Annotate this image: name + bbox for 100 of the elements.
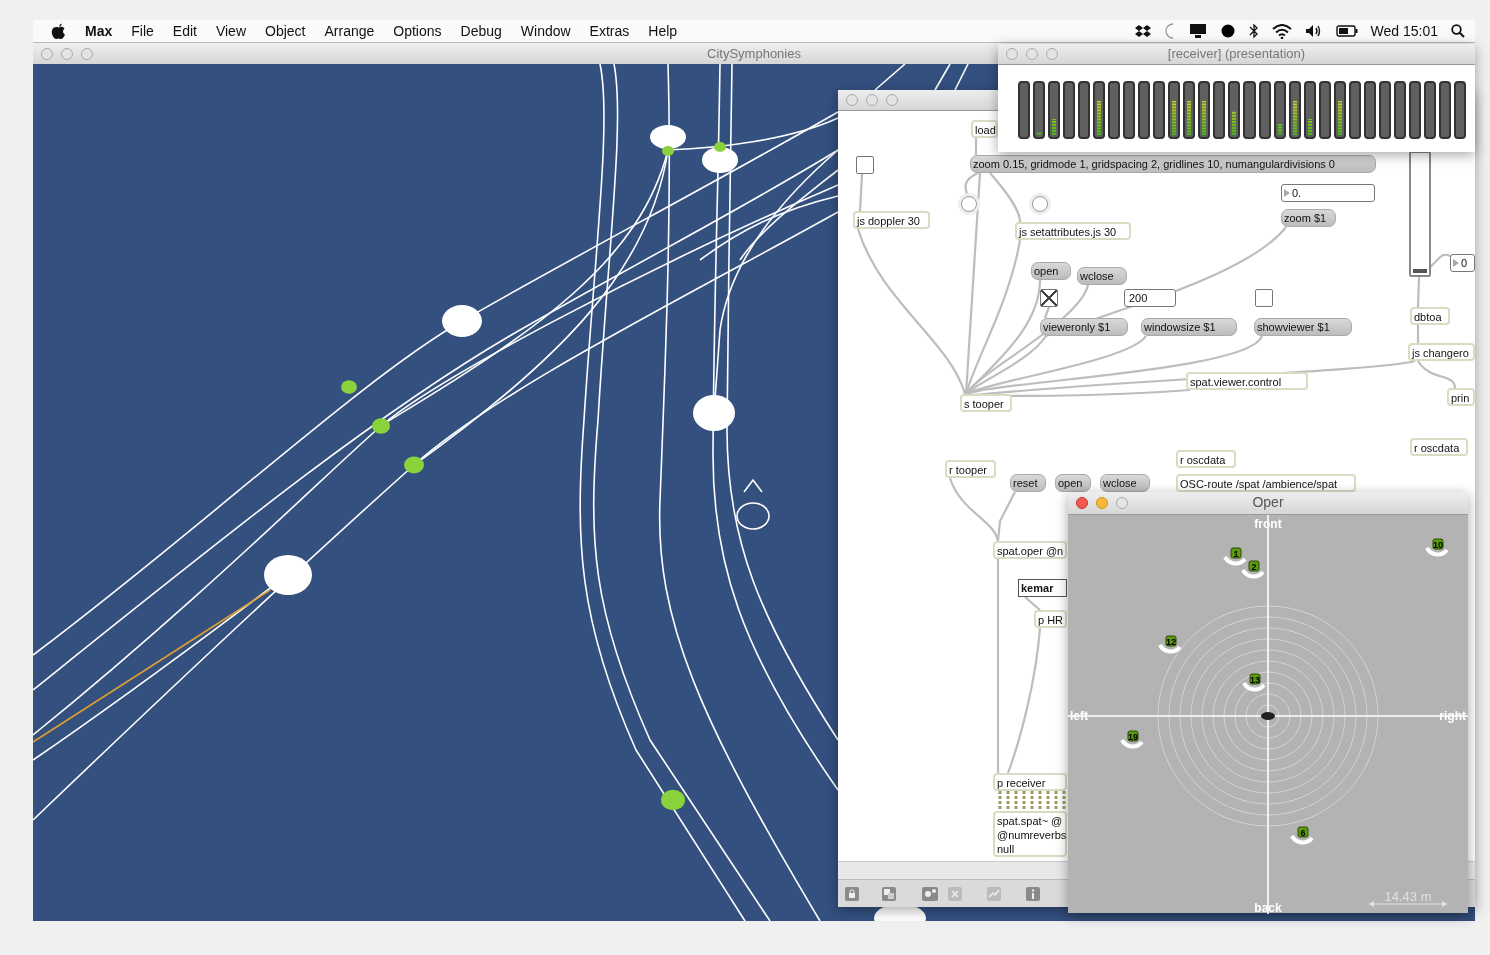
axis-label: right xyxy=(1439,709,1466,723)
object-box[interactable]: js changero xyxy=(1408,343,1475,361)
object-box[interactable]: r tooper xyxy=(945,460,996,478)
patch-cord xyxy=(1022,791,1026,811)
level-meter xyxy=(1378,81,1391,139)
number-box[interactable]: 200 xyxy=(1124,289,1176,307)
object-box[interactable]: load xyxy=(971,120,998,138)
message-box[interactable]: wclose xyxy=(1077,267,1127,285)
wifi-icon[interactable] xyxy=(1271,23,1292,39)
level-meter xyxy=(1018,81,1031,139)
listener-icon xyxy=(736,478,770,530)
moon-icon[interactable] xyxy=(1163,23,1176,39)
object-box[interactable]: js setattributes.js 30 xyxy=(1015,222,1131,240)
zoom-button[interactable] xyxy=(1116,497,1128,509)
patch-cord xyxy=(1054,791,1058,811)
message-box[interactable]: vieweronly $1 xyxy=(1040,318,1128,336)
app-menu[interactable]: Max xyxy=(85,23,113,39)
number-box[interactable]: 0 xyxy=(1450,254,1475,272)
menu-item[interactable]: Options xyxy=(393,23,442,39)
windows-icon[interactable] xyxy=(881,886,897,902)
menu-item[interactable]: View xyxy=(215,23,246,39)
menu-item[interactable]: Arrange xyxy=(324,23,375,39)
zoom-button[interactable] xyxy=(886,94,898,106)
volume-icon[interactable] xyxy=(1304,24,1323,38)
search-icon[interactable] xyxy=(1451,24,1465,38)
battery-icon[interactable] xyxy=(1335,25,1358,37)
message-box[interactable]: showviewer $1 xyxy=(1254,318,1352,336)
delete-icon[interactable] xyxy=(947,886,963,902)
patch-cord xyxy=(1024,596,1041,611)
menu-item[interactable]: Extras xyxy=(589,23,630,39)
object-box[interactable]: spat.oper @n xyxy=(993,541,1067,559)
object-box[interactable]: js doppler 30 xyxy=(853,211,930,229)
object-box[interactable]: OSC-route /spat /ambience/spat xyxy=(1176,474,1356,492)
dropdown-menu[interactable]: kemar xyxy=(1018,579,1067,597)
bang-button[interactable] xyxy=(1032,196,1048,212)
level-meter xyxy=(1363,81,1376,139)
menu-item[interactable]: Debug xyxy=(460,23,502,39)
patch-cord xyxy=(858,173,864,212)
zoom-button[interactable] xyxy=(1046,48,1058,60)
message-box[interactable]: zoom $1 xyxy=(1281,209,1336,227)
toggle-checkbox[interactable] xyxy=(1040,289,1058,307)
menu-item[interactable]: Window xyxy=(520,23,571,39)
bang-button[interactable] xyxy=(961,196,977,212)
object-box[interactable]: spat.viewer.control xyxy=(1186,372,1308,390)
axis-label: left xyxy=(1070,709,1088,723)
toggle-checkbox[interactable] xyxy=(1255,289,1273,307)
waypoint-dot xyxy=(372,418,390,434)
patch-cord xyxy=(989,172,1022,223)
message-box[interactable]: windowsize $1 xyxy=(1141,318,1237,336)
level-meter xyxy=(1213,81,1226,139)
patch-cord xyxy=(1062,791,1066,811)
close-button[interactable] xyxy=(41,48,53,60)
menu-item[interactable]: Help xyxy=(648,23,678,39)
minimize-button[interactable] xyxy=(1096,497,1108,509)
minimize-button[interactable] xyxy=(61,48,73,60)
level-meter xyxy=(1303,81,1316,139)
menu-clock[interactable]: Wed 15:01 xyxy=(1370,23,1438,39)
minimize-button[interactable] xyxy=(1026,48,1038,60)
close-button[interactable] xyxy=(846,94,858,106)
zoom-button[interactable] xyxy=(81,48,93,60)
patch-cord xyxy=(1006,791,1010,811)
waypoint-dot xyxy=(662,145,674,157)
patch-cord xyxy=(1046,791,1050,811)
message-box[interactable]: open xyxy=(1055,474,1091,492)
level-meter xyxy=(1258,81,1271,139)
dropbox-icon[interactable] xyxy=(1134,24,1151,38)
waypoint-dot xyxy=(661,789,685,811)
bluetooth-icon[interactable] xyxy=(1248,23,1259,39)
chart-icon[interactable] xyxy=(986,886,1002,902)
message-box[interactable]: reset xyxy=(1010,474,1046,492)
apple-icon[interactable] xyxy=(51,22,66,40)
object-box[interactable]: r oscdata xyxy=(1176,450,1236,468)
object-box[interactable]: r oscdata xyxy=(1410,438,1468,456)
toggle-checkbox[interactable] xyxy=(856,156,874,174)
level-meter xyxy=(1228,81,1241,139)
menu-item[interactable]: File xyxy=(131,23,154,39)
close-button[interactable] xyxy=(1006,48,1018,60)
number-box[interactable]: 0. xyxy=(1281,184,1375,202)
object-box[interactable]: p HR xyxy=(1034,610,1067,628)
info-icon[interactable] xyxy=(1025,886,1041,902)
level-meter xyxy=(1183,81,1196,139)
level-meter xyxy=(1033,81,1046,139)
message-box[interactable]: zoom 0.15, gridmode 1, gridspacing 2, gridlines 10, numangulardivisions 0 xyxy=(970,155,1376,173)
object-box[interactable]: spat.spat~ @ @numreverbs null xyxy=(993,811,1067,857)
object-box[interactable]: p receiver xyxy=(993,773,1067,791)
object-box[interactable]: prin xyxy=(1447,388,1475,406)
message-box[interactable]: open xyxy=(1031,262,1071,280)
minimize-button[interactable] xyxy=(866,94,878,106)
object-box[interactable]: dbtoa xyxy=(1410,307,1450,325)
level-meter xyxy=(1138,81,1151,139)
message-box[interactable]: wclose xyxy=(1100,474,1150,492)
lock-icon[interactable] xyxy=(844,886,860,902)
menu-item[interactable]: Edit xyxy=(172,23,197,39)
waypoint-dot xyxy=(341,380,357,394)
object-box[interactable]: s tooper xyxy=(960,394,1012,412)
menu-item[interactable]: Object xyxy=(265,23,306,39)
patch-cord xyxy=(1416,325,1420,343)
close-button[interactable] xyxy=(1076,497,1088,509)
gear-icon[interactable] xyxy=(921,886,939,902)
display-icon[interactable] xyxy=(1188,23,1207,39)
